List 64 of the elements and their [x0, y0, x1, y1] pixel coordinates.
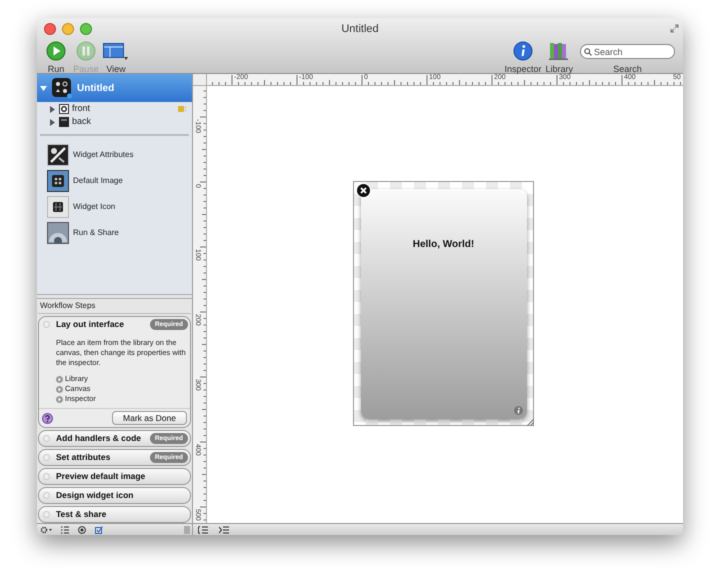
step-title: Preview default image [56, 470, 146, 483]
workflow-step[interactable]: Preview default image [38, 468, 191, 485]
minimize-button[interactable] [62, 23, 74, 35]
step-title: Design widget icon [56, 489, 134, 502]
checkbox-icon[interactable] [95, 526, 103, 534]
step-title: Test & share [56, 508, 108, 521]
tree-item-label: back [72, 115, 92, 128]
step-radio[interactable] [43, 321, 50, 328]
step-radio[interactable] [43, 454, 50, 461]
indent-icon[interactable] [219, 526, 229, 534]
fullscreen-icon[interactable] [670, 24, 679, 33]
step-title: Add handlers & code [56, 432, 142, 445]
toolbar-button[interactable]: View [101, 41, 131, 76]
workflow-step[interactable]: Test & share [38, 506, 191, 523]
pause-icon [76, 41, 96, 61]
arrow-icon [56, 396, 63, 402]
close-icon[interactable] [356, 183, 371, 198]
grid-icon [47, 196, 69, 218]
play-icon [46, 41, 66, 61]
list-icon[interactable] [61, 526, 69, 534]
search-field[interactable]: Search [580, 44, 675, 59]
tree-item-label: front [72, 102, 92, 116]
workflow-title: Workflow Steps [38, 299, 191, 314]
toolbar-button[interactable]: Run [41, 41, 71, 76]
books-icon[interactable] [548, 41, 570, 61]
search-label: Search [613, 63, 642, 74]
info-icon[interactable] [514, 406, 522, 414]
step-title: Lay out interface [56, 318, 126, 331]
image-icon [47, 170, 69, 192]
dial-icon [47, 222, 69, 244]
step-radio[interactable] [43, 473, 50, 480]
arrow-icon [56, 376, 63, 382]
tree-item[interactable]: front [37, 103, 192, 115]
project-title: Untitled [77, 82, 114, 96]
workflow-step[interactable]: Design widget icon [38, 487, 191, 504]
step-radio[interactable] [43, 492, 50, 499]
close-button[interactable] [44, 23, 56, 35]
step-radio[interactable] [43, 435, 50, 442]
sidebar-item[interactable]: Default Image [37, 168, 192, 194]
resize-handle-icon[interactable] [184, 526, 190, 534]
panel-icon [59, 117, 69, 127]
widget-icon [51, 77, 73, 99]
outdent-icon[interactable] [198, 526, 208, 534]
info-icon[interactable] [512, 41, 533, 61]
tools-icon [47, 144, 69, 166]
step-radio[interactable] [43, 511, 50, 518]
splitter-handle[interactable] [37, 294, 192, 299]
target-icon[interactable] [78, 526, 86, 534]
resize-grip-icon[interactable] [526, 418, 534, 426]
layout-icon [103, 41, 129, 61]
zoom-button[interactable] [80, 23, 92, 35]
help-icon[interactable] [42, 412, 53, 424]
sidebar-item[interactable]: Run & Share [37, 220, 192, 246]
collapse-triangle-icon[interactable] [40, 84, 47, 92]
widget-text: Hello, World! [412, 238, 474, 252]
tree-item[interactable]: back [37, 116, 192, 128]
project-row[interactable]: Untitled [37, 74, 192, 102]
sidebar-item[interactable]: Widget Attributes [37, 142, 192, 168]
search-icon [584, 48, 592, 56]
window-title: Untitled [341, 22, 379, 37]
arrow-icon [56, 386, 63, 392]
step-title: Set attributes [56, 451, 112, 464]
mark-done-button[interactable]: Mark as Done [112, 411, 187, 425]
sidebar-item[interactable]: Widget Icon [37, 194, 192, 220]
